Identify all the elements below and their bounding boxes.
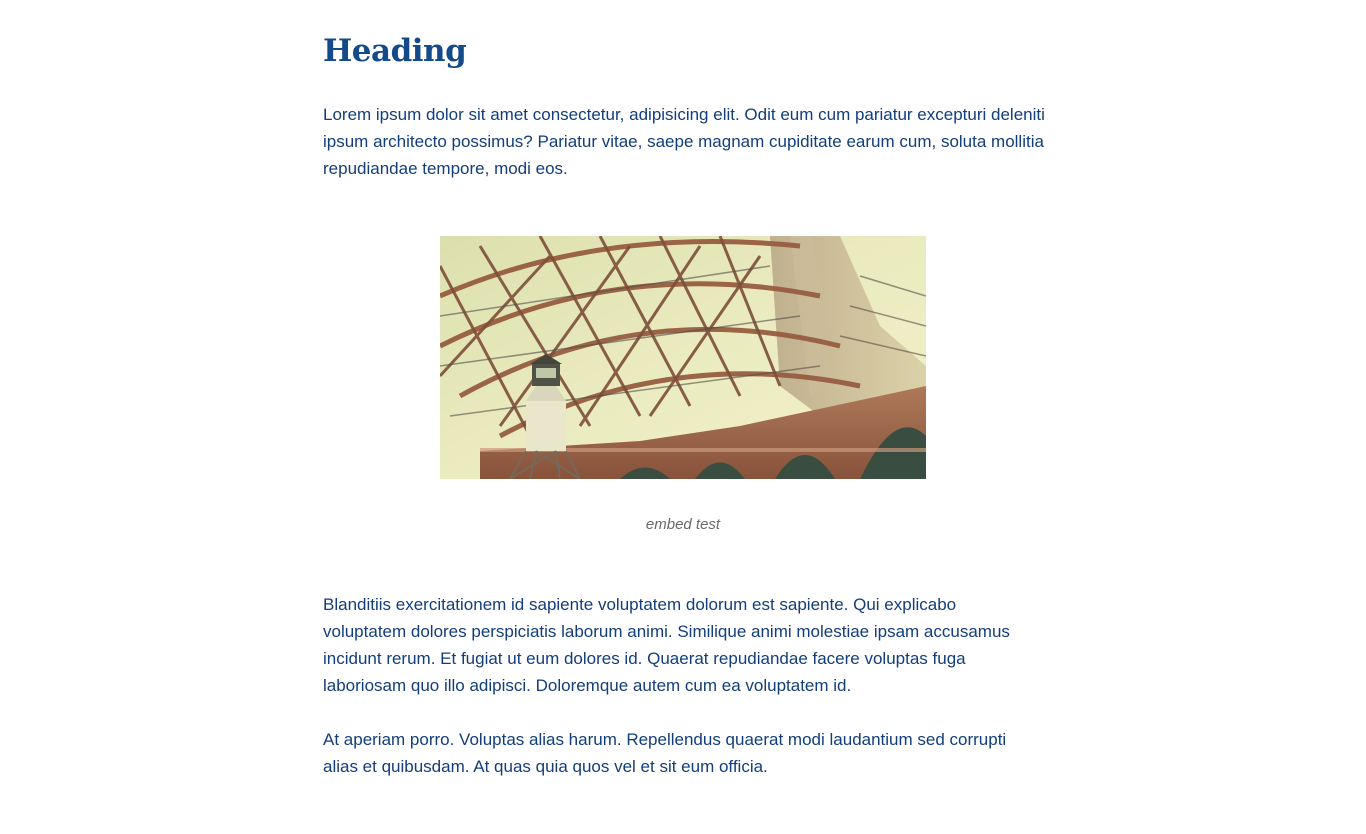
page-title: Heading xyxy=(323,33,467,69)
body-paragraph: At aperiam porro. Voluptas alias harum. … xyxy=(323,730,1007,776)
article-page: Heading Lorem ipsum dolor sit amet conse… xyxy=(0,0,1366,834)
figure-caption: embed test xyxy=(645,516,721,533)
body-paragraph: Blanditiis exercitationem id sapiente vo… xyxy=(323,595,1010,695)
intro-paragraph: Lorem ipsum dolor sit amet consectetur, … xyxy=(323,105,1045,178)
embedded-bridge-image xyxy=(440,236,926,479)
